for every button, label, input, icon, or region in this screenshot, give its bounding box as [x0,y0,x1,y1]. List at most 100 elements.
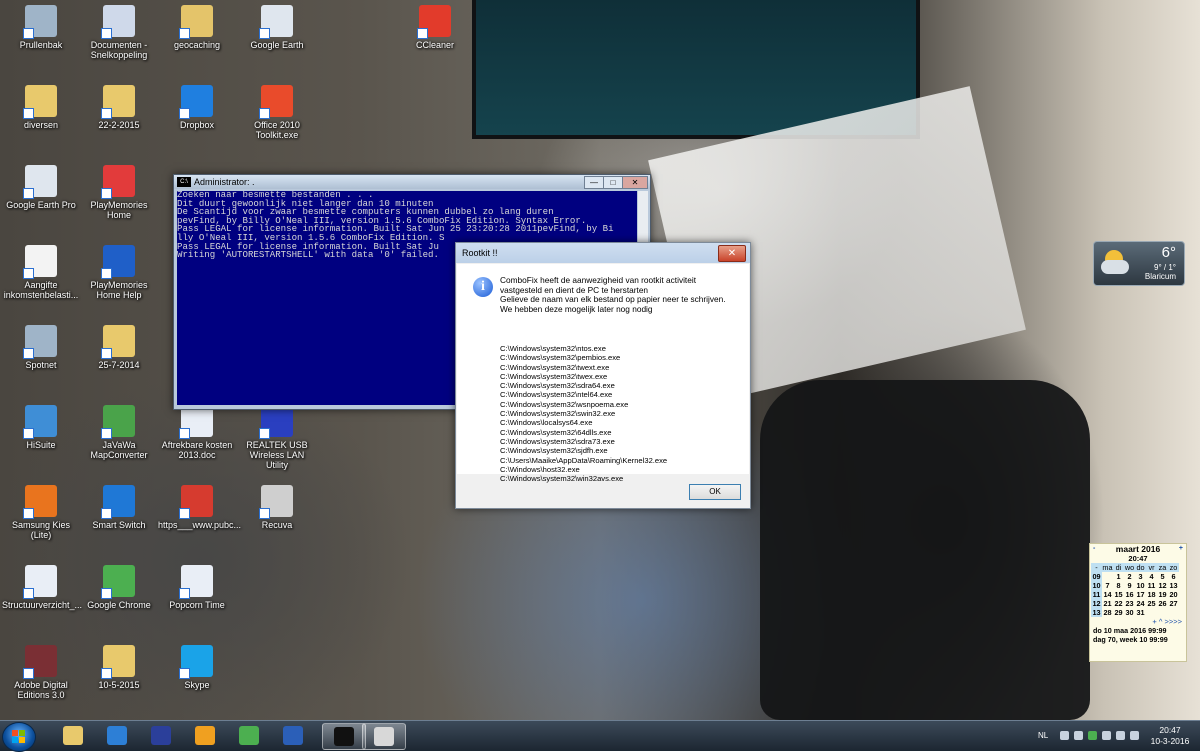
desktop-icon[interactable]: 25-7-2014 [80,325,158,370]
calendar-day[interactable]: 30 [1124,608,1135,617]
ok-button[interactable]: OK [689,484,741,500]
desktop-icon[interactable]: Google Chrome [80,565,158,610]
desktop-icon[interactable]: Dropbox [158,85,236,130]
calendar-gadget[interactable]: - maart 2016 + 20:47 - ma di wo do vr za zo 09 1 2… [1089,543,1187,662]
calendar-day[interactable]: 17 [1135,590,1146,599]
taskbar-outlook-button[interactable] [184,723,226,748]
calendar-day[interactable]: 2 [1124,572,1135,581]
desktop-icon[interactable]: Aftrekbare kosten 2013.doc [158,405,236,460]
calendar-day[interactable] [1146,608,1157,617]
calendar-prev[interactable]: - [1093,544,1095,554]
desktop-icon[interactable]: PlayMemories Home [80,165,158,220]
app-icon [23,85,57,119]
signal-icon[interactable] [1102,731,1111,740]
calendar-day[interactable]: 21 [1102,599,1113,608]
calendar-nav[interactable]: + ^ >>>> [1090,617,1186,626]
desktop-icon[interactable]: CCleaner [396,5,474,50]
taskbar-save-button[interactable] [140,723,182,748]
calendar-day[interactable]: 20 [1168,590,1179,599]
calendar-day[interactable]: 31 [1135,608,1146,617]
desktop-icon[interactable]: Structuurverzicht_... [2,565,82,610]
desktop-icon[interactable]: JaVaWa MapConverter [80,405,158,460]
desktop-icon[interactable]: Adobe Digital Editions 3.0 [2,645,80,700]
maximize-button[interactable]: □ [603,176,623,189]
desktop-icon[interactable]: Documenten - Snelkoppeling [80,5,158,60]
calendar-day[interactable] [1168,608,1179,617]
taskbar-cmd-button[interactable] [322,723,366,750]
calendar-day[interactable] [1157,608,1168,617]
taskbar-combofix-button[interactable] [362,723,406,750]
desktop-icon[interactable]: Google Earth [238,5,316,50]
calendar-day[interactable]: 15 [1113,590,1124,599]
rootkit-dialog[interactable]: Rootkit !! ✕ i ComboFix heeft de aanwezi… [455,242,751,509]
calendar-day[interactable]: 12 [1157,581,1168,590]
dialog-titlebar[interactable]: Rootkit !! ✕ [456,243,750,263]
desktop-icon[interactable]: Spotnet [2,325,80,370]
calendar-day[interactable]: 19 [1157,590,1168,599]
calendar-day[interactable]: 3 [1135,572,1146,581]
desktop-icon[interactable]: HiSuite [2,405,80,450]
calendar-day[interactable]: 26 [1157,599,1168,608]
desktop-icon[interactable]: Office 2010 Toolkit.exe [238,85,316,140]
action-center-icon[interactable] [1074,731,1083,740]
desktop-icon[interactable]: REALTEK USB Wireless LAN Utility [238,405,316,470]
desktop-icon-label: Aangifte inkomstenbelasti... [3,280,79,300]
file-path: C:\Windows\system32\pembios.exe [500,353,621,363]
calendar-day[interactable]: 22 [1113,599,1124,608]
desktop-icon[interactable]: Prullenbak [2,5,80,50]
desktop-icon-label: Documenten - Snelkoppeling [90,40,148,60]
calendar-day[interactable]: 23 [1124,599,1135,608]
calendar-day[interactable]: 27 [1168,599,1179,608]
desktop-icon[interactable]: 10-5-2015 [80,645,158,690]
calendar-day[interactable]: 16 [1124,590,1135,599]
calendar-next[interactable]: + [1179,544,1183,554]
taskbar-internet-explorer-button[interactable] [96,723,138,748]
desktop-icon[interactable]: PlayMemories Home Help [80,245,158,300]
close-button[interactable]: ✕ [622,176,648,189]
calendar-day[interactable]: 6 [1168,572,1179,581]
desktop-icon[interactable]: 22-2-2015 [80,85,158,130]
desktop-icon[interactable]: Google Earth Pro [2,165,80,210]
calendar-day[interactable]: 29 [1113,608,1124,617]
desktop-icon[interactable]: diversen [2,85,80,130]
network-icon[interactable] [1088,731,1097,740]
calendar-day[interactable]: 5 [1157,572,1168,581]
app-icon [101,645,135,679]
cmd-titlebar[interactable]: C:\ Administrator: . — □ ✕ [174,175,650,189]
calendar-day[interactable] [1102,572,1113,581]
desktop-icon[interactable]: Recuva [238,485,316,530]
calendar-day[interactable]: 11 [1146,581,1157,590]
desktop-icon[interactable]: Skype [158,645,236,690]
weather-gadget[interactable]: 6° 9° / 1° Blaricum [1093,241,1185,286]
calendar-day[interactable]: 4 [1146,572,1157,581]
calendar-day[interactable]: 14 [1102,590,1113,599]
desktop-icon[interactable]: Aangifte inkomstenbelasti... [2,245,80,300]
calendar-day[interactable]: 7 [1102,581,1113,590]
taskbar-explorer-button[interactable] [52,723,94,748]
calendar-day[interactable]: 10 [1135,581,1146,590]
battery-icon[interactable] [1130,731,1139,740]
volume-icon[interactable] [1116,731,1125,740]
keyboard-icon[interactable] [1060,731,1069,740]
calendar-day[interactable]: 8 [1113,581,1124,590]
language-indicator[interactable]: NL [1038,731,1048,740]
taskbar-clock[interactable]: 20:47 10-3-2016 [1148,725,1192,747]
calendar-day[interactable]: 9 [1124,581,1135,590]
start-button[interactable] [2,722,36,752]
dialog-close-button[interactable]: ✕ [718,245,746,262]
desktop-icon[interactable]: geocaching [158,5,236,50]
taskbar-chrome-button[interactable] [228,723,270,748]
calendar-day[interactable]: 28 [1102,608,1113,617]
desktop-icon[interactable]: Smart Switch [80,485,158,530]
desktop-icon[interactable]: Samsung Kies (Lite) [2,485,80,540]
calendar-day[interactable]: 13 [1168,581,1179,590]
minimize-button[interactable]: — [584,176,604,189]
calendar-day[interactable]: 1 [1113,572,1124,581]
calendar-day[interactable]: 18 [1146,590,1157,599]
desktop-icon[interactable]: https___www.pubc... [158,485,241,530]
calendar-day[interactable]: 25 [1146,599,1157,608]
desktop-icon[interactable]: Popcorn Time [158,565,236,610]
taskbar-word-button[interactable] [272,723,314,748]
calendar-day[interactable]: 24 [1135,599,1146,608]
day-header: ma [1102,563,1113,572]
